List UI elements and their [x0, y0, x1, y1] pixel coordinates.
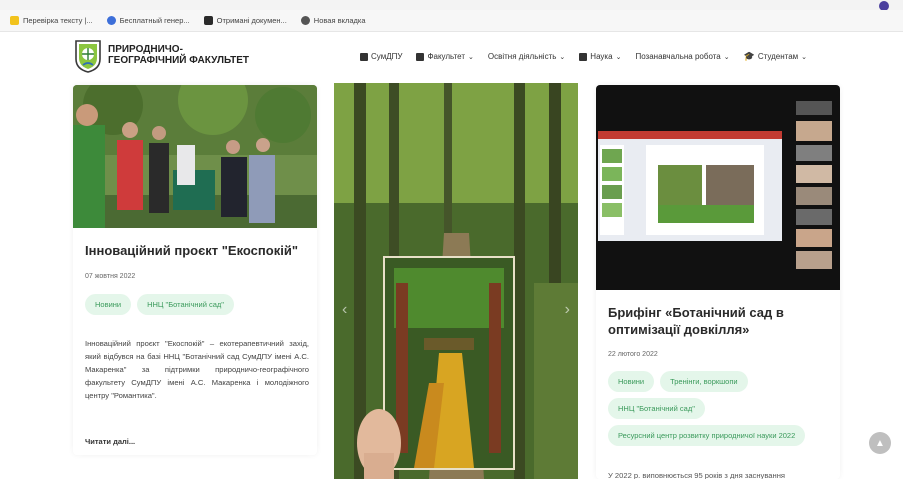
post-excerpt: У 2022 р. виповнюється 95 років з дня за…: [608, 471, 785, 479]
bookmarks-bar: Перевірка тексту |... Бесплатный генер..…: [0, 10, 903, 32]
documents-icon: [203, 16, 213, 25]
site-header: Природничо-географічний факультет СумДПУ…: [0, 33, 903, 83]
bookmark-item[interactable]: Новая вкладка: [300, 16, 366, 25]
bookmark-label: Новая вкладка: [313, 16, 366, 25]
nav-label: Освітня діяльність: [487, 52, 557, 61]
tag-botanical-garden[interactable]: ННЦ "Ботанічний сад": [137, 294, 234, 315]
post-image[interactable]: [73, 85, 317, 228]
post-title[interactable]: Брифінг «Ботанічний сад в оптимізації до…: [608, 304, 832, 338]
tag-news[interactable]: Новини: [85, 294, 132, 315]
post-tags: Новини ННЦ "Ботанічний сад": [85, 294, 310, 315]
bookmark-label: Отримані докумен...: [216, 16, 287, 25]
nav-label: Позанавчальна робота: [635, 52, 721, 61]
chevron-down-icon: ⌄: [615, 53, 622, 61]
tag-news[interactable]: Новини: [608, 371, 655, 392]
post-image[interactable]: [596, 85, 840, 290]
nav-item-students[interactable]: 🎓 Студентам ⌄: [744, 51, 807, 62]
featured-photo[interactable]: ‹ ›: [334, 83, 578, 479]
post-date: 07 жовтня 2022: [85, 273, 136, 280]
post-excerpt: Інноваційний проєкт "Екоспокій" – екотер…: [85, 339, 309, 400]
post-tags: Новини Тренінги, воркшопи ННЦ "Ботанічни…: [608, 371, 833, 446]
post-date: 22 лютого 2022: [608, 351, 658, 358]
next-arrow-icon[interactable]: ›: [565, 301, 570, 319]
read-more-link[interactable]: Читати далі...: [85, 437, 135, 446]
nav-label: СумДПУ: [371, 52, 403, 61]
bookmark-label: Перевірка тексту |...: [23, 16, 93, 25]
bookmark-label: Бесплатный генер...: [119, 16, 190, 25]
chevron-down-icon: ⌄: [801, 53, 808, 61]
nav-item-sumdpu[interactable]: СумДПУ: [360, 51, 402, 62]
browser-toolbar-strip: [0, 0, 903, 11]
university-icon: [360, 52, 368, 61]
graduation-cap-icon: 🎓: [743, 51, 755, 61]
site-title[interactable]: Природничо-географічний факультет: [108, 44, 258, 66]
bookmark-item[interactable]: Бесплатный генер...: [106, 16, 190, 25]
nav-item-education[interactable]: Освітня діяльність ⌄: [488, 51, 565, 62]
tag-botanical-garden[interactable]: ННЦ "Ботанічний сад": [608, 398, 705, 419]
bookmark-item[interactable]: Перевірка тексту |...: [10, 16, 93, 25]
nav-label: Студентам: [757, 52, 799, 61]
book-icon: [579, 52, 588, 61]
generator-icon: [106, 16, 116, 25]
chevron-up-icon: ▲: [875, 437, 885, 449]
post-card[interactable]: Інноваційний проєкт "Екоспокій" 07 жовтн…: [73, 85, 317, 455]
forest-painting-image: [334, 83, 578, 479]
tag-resource-center[interactable]: Ресурсний центр розвитку природничої нау…: [608, 425, 806, 446]
nav-item-science[interactable]: Наука ⌄: [579, 51, 621, 62]
chevron-down-icon: ⌄: [723, 53, 730, 61]
globe-icon: [300, 16, 310, 25]
faculty-logo-icon[interactable]: [74, 39, 102, 73]
nav-label: Факультет: [427, 52, 466, 61]
nav-label: Наука: [590, 52, 613, 61]
building-icon: [416, 52, 425, 61]
chevron-down-icon: ⌄: [559, 53, 566, 61]
chevron-down-icon: ⌄: [468, 53, 474, 61]
main-nav: СумДПУ Факультет ⌄ Освітня діяльність ⌄ …: [360, 51, 807, 62]
post-title[interactable]: Інноваційний проєкт "Екоспокій": [85, 242, 309, 259]
prev-arrow-icon[interactable]: ‹: [342, 301, 347, 319]
scroll-to-top-button[interactable]: ▲: [869, 432, 891, 454]
post-card[interactable]: Брифінг «Ботанічний сад в оптимізації до…: [596, 85, 840, 479]
nav-item-extracurricular[interactable]: Позанавчальна робота ⌄: [635, 51, 729, 62]
bookmark-item[interactable]: Отримані докумен...: [203, 16, 287, 25]
tag-trainings-workshops[interactable]: Тренінги, воркшопи: [660, 371, 748, 392]
yellow-doc-icon: [10, 16, 19, 25]
nav-item-faculty[interactable]: Факультет ⌄: [416, 51, 474, 62]
